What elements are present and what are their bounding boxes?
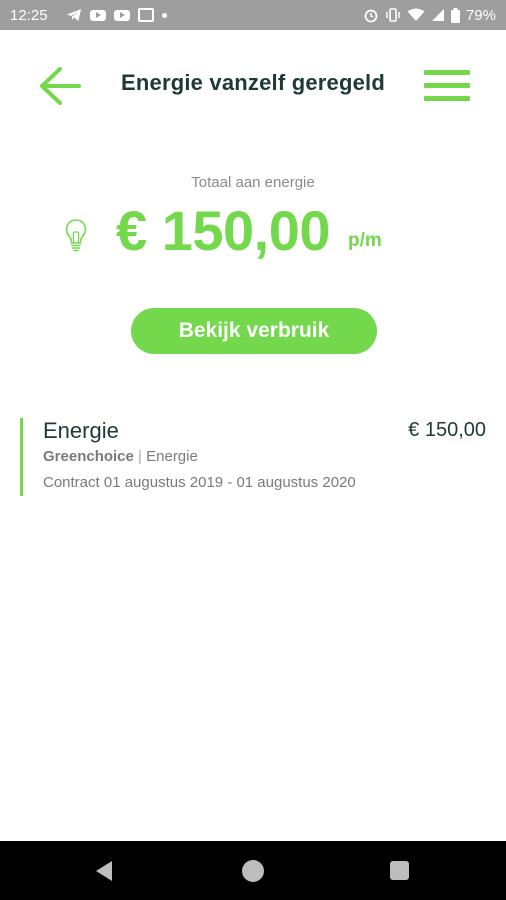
contract-category: Energie (146, 448, 198, 465)
nav-home-icon[interactable] (242, 860, 264, 882)
system-nav-bar (0, 841, 506, 900)
contract-name: Energie (43, 418, 119, 443)
total-amount: € 150,00 (116, 199, 330, 262)
view-usage-button[interactable]: Bekijk verbruik (131, 308, 377, 354)
contract-price: € 150,00 (408, 419, 486, 441)
nav-back-icon[interactable] (96, 861, 112, 881)
wifi-icon (407, 8, 425, 21)
telegram-icon (66, 9, 81, 21)
hamburger-menu-icon (424, 83, 470, 88)
hamburger-menu-icon (424, 70, 470, 75)
lightbulb-icon (65, 219, 87, 252)
battery-percentage: 79% (465, 6, 496, 24)
total-unit: p/m (348, 230, 382, 251)
status-time: 12:25 (10, 6, 48, 24)
status-bar: 12:25 79% (0, 0, 506, 30)
app-header: Energie vanzelf geregeld (0, 30, 506, 140)
contract-supplier-line: Greenchoice | Energie (43, 448, 198, 465)
contract-period: Contract 01 augustus 2019 - 01 augustus … (43, 474, 356, 491)
contract-separator: | (138, 448, 142, 465)
menu-button[interactable] (424, 68, 470, 104)
signal-icon (431, 9, 444, 21)
vibrate-icon (386, 8, 400, 22)
contract-supplier: Greenchoice (43, 448, 134, 465)
hamburger-menu-icon (424, 96, 470, 101)
status-bar-right: 79% (363, 7, 496, 24)
total-label: Totaal aan energie (191, 174, 315, 191)
status-bar-left: 12:25 (10, 7, 167, 24)
youtube-icon (89, 9, 106, 21)
alarm-icon (364, 9, 378, 23)
youtube-icon (113, 9, 130, 21)
image-icon (137, 8, 154, 22)
dot-icon (161, 12, 167, 18)
battery-icon (450, 7, 460, 23)
contract-list-item[interactable]: Energie € 150,00 Greenchoice | Energie C… (20, 418, 490, 496)
nav-recents-icon[interactable] (390, 861, 409, 880)
